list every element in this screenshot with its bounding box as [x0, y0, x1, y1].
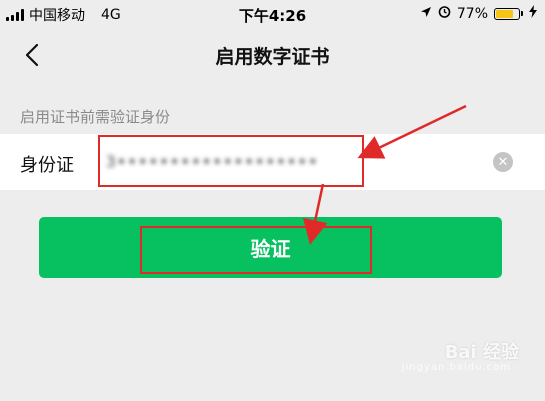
clear-circle-icon: ✕	[497, 154, 509, 170]
page-title: 启用数字证书	[215, 46, 330, 68]
id-number-label: 身份证	[20, 155, 74, 176]
battery-percent: 77%	[456, 5, 488, 22]
watermark-url: jingyan.baidu.com	[401, 362, 511, 373]
status-bar: 中国移动 4G 下午4:26 77%	[0, 0, 545, 28]
annotation-highlight-button	[140, 226, 372, 274]
nav-bar: 启用数字证书	[0, 28, 545, 82]
status-right: 77%	[420, 5, 537, 22]
section-hint: 启用证书前需验证身份	[20, 108, 171, 126]
charging-icon	[529, 5, 537, 22]
battery-icon	[494, 7, 523, 20]
alarm-icon	[438, 5, 451, 22]
location-icon	[420, 6, 432, 22]
watermark-logo: Bai 经验	[444, 342, 519, 363]
clear-input-button[interactable]: ✕	[493, 152, 513, 172]
annotation-highlight-input	[98, 135, 364, 187]
